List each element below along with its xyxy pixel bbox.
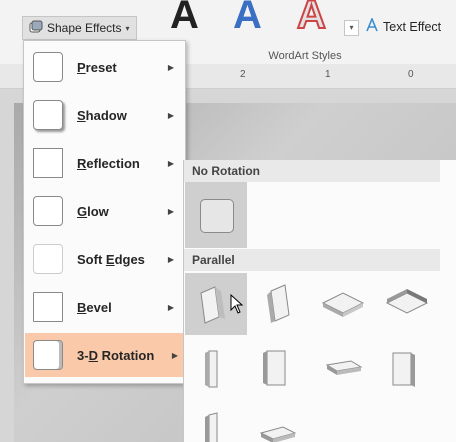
menu-item-label: Glow [77,203,109,219]
chevron-down-icon: ▾ [125,23,130,33]
shadow-thumbnail-icon [33,100,63,130]
submenu-arrow-icon: ▶ [167,302,174,312]
submenu-arrow-icon: ▶ [167,254,174,264]
menu-item-label: Reflection [77,155,140,171]
shape-effects-menu: Preset ▶ Shadow ▶ Reflection ▶ Glow ▶ So… [23,40,186,384]
ruler-mark: 2 [240,69,246,80]
rotation-option-parallel-4[interactable] [377,273,439,335]
wordart-style-red[interactable]: A [296,0,327,36]
rotation-option-parallel-10[interactable] [249,401,311,442]
submenu-arrow-icon: ▶ [167,110,174,120]
submenu-arrow-icon: ▶ [167,62,174,72]
preset-thumbnail-icon [33,52,63,82]
reflection-thumbnail-icon [33,148,63,178]
no-rotation-shape-icon [200,199,234,233]
submenu-arrow-icon: ▶ [167,206,174,216]
group-label-wordart-styles: WordArt Styles [268,50,342,62]
isometric-left-up-icon [205,350,218,388]
text-effects-label: Text Effect [383,19,442,34]
bevel-thumbnail-icon [33,292,63,322]
rotation-option-parallel-8[interactable] [377,337,439,399]
isometric-bottom-down-icon [325,360,363,375]
wordart-style-black[interactable]: A [170,0,199,35]
rotation-option-parallel-2[interactable] [249,273,311,335]
isometric-off-axis-icon [392,352,415,387]
wordart-style-blue[interactable]: A [233,0,262,35]
menu-item-label: 3-D Rotation [77,347,155,363]
menu-item-soft-edges[interactable]: Soft Edges ▶ [25,237,184,281]
section-header-no-rotation: No Rotation [184,160,440,182]
menu-item-label: Bevel [77,299,112,315]
rotation-option-parallel-5[interactable] [185,337,247,399]
text-effects-button[interactable]: Text Effect [365,16,442,35]
menu-item-preset[interactable]: Preset ▶ [25,45,184,89]
rotation-option-no-rotation[interactable] [185,182,247,248]
ruler-mark: 1 [325,69,331,80]
isometric-off-axis-bottom-icon [259,426,297,442]
menu-item-label: Soft Edges [77,251,145,267]
isometric-right-up-icon [267,284,290,323]
submenu-arrow-icon: ▶ [167,158,174,168]
shape-effects-button[interactable]: Shape Effects ▾ [22,16,137,40]
wordart-gallery-more-button[interactable]: ▾ [344,20,359,36]
isometric-top-down-icon [385,289,429,314]
3d-rotation-gallery: No Rotation Parallel [183,160,456,442]
shape-effects-icon [29,20,43,37]
menu-item-glow[interactable]: Glow ▶ [25,189,184,233]
menu-item-label: Shadow [77,107,127,123]
section-header-parallel: Parallel [184,249,440,271]
mouse-pointer-icon [230,293,244,319]
rotation-option-parallel-6[interactable] [249,337,311,399]
ruler-mark: 0 [408,69,414,80]
isometric-top-up-icon [321,292,365,317]
rotation-option-parallel-7[interactable] [313,337,375,399]
menu-item-3d-rotation[interactable]: 3-D Rotation ▶ [25,333,184,377]
rotation-option-parallel-3[interactable] [313,273,375,335]
text-effects-icon [365,16,379,35]
menu-item-reflection[interactable]: Reflection ▶ [25,141,184,185]
menu-item-bevel[interactable]: Bevel ▶ [25,285,184,329]
menu-item-label: Preset [77,59,117,75]
rotation-option-parallel-9[interactable] [185,401,247,442]
soft-edges-thumbnail-icon [33,244,63,274]
3d-rotation-thumbnail-icon [33,340,63,370]
menu-item-shadow[interactable]: Shadow ▶ [25,93,184,137]
isometric-off-axis-left-icon [205,412,218,442]
shape-effects-label: Shape Effects [47,21,122,35]
submenu-arrow-icon: ▶ [171,350,178,360]
glow-thumbnail-icon [33,196,63,226]
isometric-right-down-icon [263,350,286,386]
